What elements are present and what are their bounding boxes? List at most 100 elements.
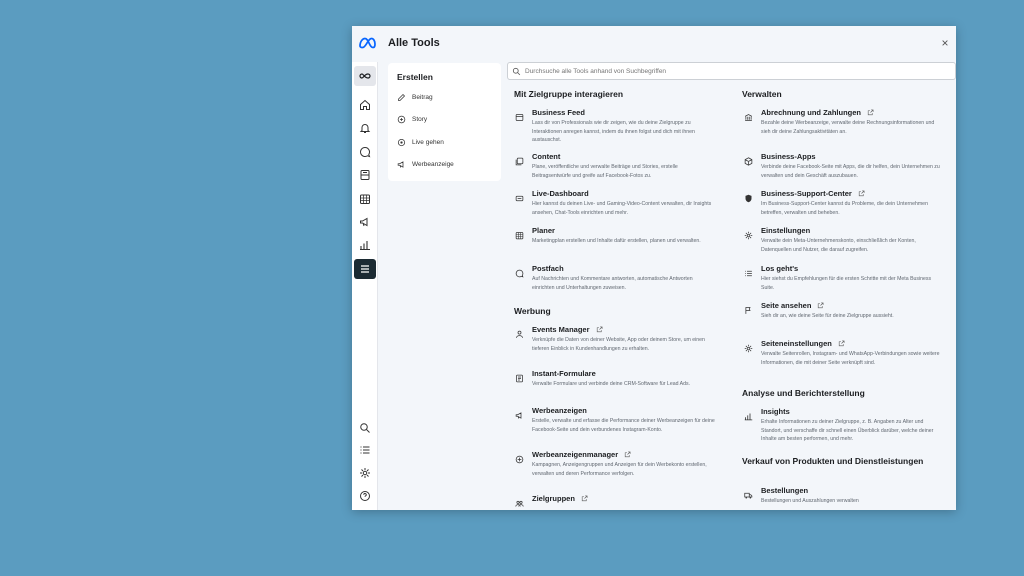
tool-name: Live-Dashboard <box>532 189 589 198</box>
sidebar-item-list[interactable] <box>354 440 376 460</box>
bar-chart-icon <box>360 241 370 251</box>
checklist-icon <box>744 265 753 277</box>
megaphone-icon <box>515 407 524 419</box>
sidebar-item-help[interactable] <box>354 486 376 506</box>
live-video-icon <box>515 190 524 202</box>
tool-name: Postfach <box>532 264 564 273</box>
bell-icon <box>359 124 371 133</box>
grid-calendar-icon <box>360 194 370 204</box>
tool-name: Insights <box>761 407 790 416</box>
tool-description: Bezahle deine Werbeanzeige, verwalte dei… <box>761 120 935 135</box>
tool-description: Lass dir von Professionals wie dir zeige… <box>532 120 695 144</box>
tool-search-input[interactable] <box>525 67 925 75</box>
tool-description: Verwalte dein Meta-Unternehmenskonto, ei… <box>761 238 916 253</box>
tool-description: Erstelle, verwalte und erfasse die Perfo… <box>532 418 715 433</box>
external-link-icon <box>625 451 631 458</box>
create-item-post[interactable]: Beitrag <box>397 90 433 104</box>
search-icon <box>512 67 521 75</box>
external-link-icon <box>858 190 865 197</box>
external-link-icon <box>596 326 602 333</box>
page-title: Alle Tools <box>388 37 440 49</box>
form-icon <box>515 370 524 383</box>
tool-name: Business-Apps <box>761 152 816 161</box>
content-icon <box>360 170 370 180</box>
tool-name: Los geht's <box>761 264 799 273</box>
tool-description: Plane, veröffentliche und verwalte Beitr… <box>532 164 678 179</box>
menu-icon <box>361 265 369 273</box>
tool-description: Marketingplan erstellen und Inhalte dafü… <box>532 238 701 244</box>
create-item-label: Werbeanzeige <box>412 160 454 168</box>
tool-search-bar <box>507 62 956 80</box>
tool-description: Kampagnen, Anzeigengruppen und Anzeigen … <box>532 462 707 477</box>
create-panel: Erstellen Beitrag Story Live gehen Werbe… <box>388 63 501 181</box>
tool-name: Content <box>532 152 561 161</box>
shield-icon <box>744 190 753 203</box>
create-item-ad[interactable]: Werbeanzeige <box>397 157 454 171</box>
people-network-icon <box>515 326 524 338</box>
section-heading-audience: Mit Zielgruppe interagieren <box>514 89 624 99</box>
tool-name: Einstellungen <box>761 226 811 235</box>
tool-description: Hier kannst du deinen Live- und Gaming-V… <box>532 201 712 216</box>
list-icon <box>360 446 370 454</box>
tool-name: Planer <box>532 226 555 235</box>
sidebar-item-all-tools[interactable] <box>354 259 376 279</box>
section-heading-sales: Verkauf von Produkten und Dienstleistung… <box>742 456 924 466</box>
search-icon <box>360 423 370 433</box>
section-heading-analytics: Analyse und Berichterstellung <box>742 388 865 398</box>
edit-icon <box>398 93 406 101</box>
home-icon <box>360 99 370 110</box>
sidebar-item-inbox[interactable] <box>354 142 376 162</box>
story-icon <box>397 115 406 123</box>
create-item-story[interactable]: Story <box>397 112 427 126</box>
ads-manager-icon <box>515 451 524 464</box>
create-item-label: Story <box>412 115 428 123</box>
gear-icon <box>360 468 370 478</box>
account-switcher-button[interactable] <box>354 66 376 86</box>
all-tools-window: Alle Tools × Erstellen Beitrag Story Liv… <box>352 26 956 510</box>
tool-name: Zielgruppen <box>532 494 588 503</box>
content-icon <box>515 153 524 166</box>
sidebar-item-settings[interactable] <box>354 463 376 483</box>
meta-logo-icon <box>359 37 376 49</box>
external-link-icon <box>581 495 588 502</box>
live-icon <box>397 138 406 146</box>
sidebar-item-ads[interactable] <box>354 212 376 232</box>
sidebar-item-content[interactable] <box>354 165 376 185</box>
tool-name: Bestellungen <box>761 486 809 495</box>
sidebar-item-insights[interactable] <box>354 235 376 255</box>
sidebar-item-home[interactable] <box>354 95 376 115</box>
tool-name: Werbeanzeigenmanager <box>532 450 631 459</box>
external-link-icon <box>838 340 845 347</box>
tool-name: Abrechnung und Zahlungen <box>761 108 874 117</box>
tool-name: Seiteneinstellungen <box>761 339 845 348</box>
tool-name: Business-Support-Center <box>761 189 865 198</box>
grid-calendar-icon <box>515 227 524 240</box>
sidebar-rail <box>352 62 378 510</box>
chat-bubble-icon <box>360 146 371 158</box>
sidebar-item-notifications[interactable] <box>354 118 376 138</box>
audience-icon <box>515 495 524 507</box>
megaphone-icon <box>397 160 404 168</box>
external-link-icon <box>818 302 824 309</box>
tool-description: Hier siehst du Empfehlungen für die erst… <box>761 276 932 291</box>
close-button[interactable]: × <box>938 36 952 50</box>
tool-description: Verwalte Seitenrollen, Instagram- und Wh… <box>761 351 940 366</box>
tool-description: Verbinde deine Facebook-Seite mit Apps, … <box>761 164 940 179</box>
tool-name: Seite ansehen <box>761 301 824 310</box>
create-item-live[interactable]: Live gehen <box>397 135 444 149</box>
tool-description: Auf Nachrichten und Kommentare antworten… <box>532 276 693 291</box>
help-icon <box>360 491 370 501</box>
tool-description: Bestellungen und Auszahlungen verwalten <box>761 498 859 504</box>
sidebar-item-planner[interactable] <box>354 189 376 209</box>
feed-icon <box>515 109 524 121</box>
chat-bubble-icon <box>515 265 524 278</box>
tool-name: Events Manager <box>532 325 603 334</box>
sidebar-item-search[interactable] <box>354 418 376 438</box>
tool-name: Business Feed <box>532 108 585 117</box>
tool-description: Sieh dir an, wie deine Seite für deine Z… <box>761 313 894 319</box>
megaphone-icon <box>360 217 368 227</box>
create-item-label: Live gehen <box>412 138 444 146</box>
create-title: Erstellen <box>397 72 433 82</box>
gear-icon <box>744 227 753 240</box>
infinity-icon <box>359 73 371 79</box>
